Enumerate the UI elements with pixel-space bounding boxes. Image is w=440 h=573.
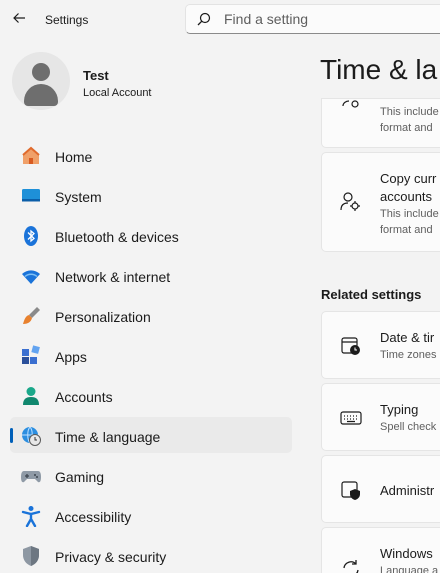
sidebar-item-personalization[interactable]: Personalization	[10, 297, 292, 333]
user-name: Test	[83, 68, 109, 83]
sidebar-item-label: Network & internet	[55, 269, 171, 285]
card-subtitle: Language a	[380, 565, 439, 573]
shield-icon	[23, 546, 39, 566]
bluetooth-icon	[24, 226, 38, 246]
card-title: Windows	[380, 546, 433, 561]
related-windows-backup-card[interactable]: Windows Language a	[321, 527, 440, 573]
brush-icon	[23, 307, 40, 324]
card-title: Date & tir	[380, 330, 435, 345]
card-subtitle: Time zones	[380, 349, 437, 361]
sidebar-item-label: Time & language	[55, 429, 161, 445]
sync-icon	[343, 560, 359, 573]
user-profile[interactable]: Test Local Account	[12, 52, 212, 112]
sidebar-item-label: Bluetooth & devices	[55, 229, 179, 245]
back-button[interactable]	[8, 7, 30, 29]
avatar	[12, 52, 70, 110]
sidebar-item-label: Accessibility	[55, 509, 132, 525]
home-icon	[22, 146, 40, 164]
sidebar-item-label: Accounts	[55, 389, 113, 405]
wifi-icon	[22, 270, 40, 284]
gamepad-icon	[21, 471, 41, 483]
related-date-time-card[interactable]: Date & tir Time zones	[321, 311, 440, 379]
sidebar-item-label: Home	[55, 149, 93, 165]
apps-icon	[22, 345, 40, 364]
related-administrative-card[interactable]: Administr	[321, 455, 440, 523]
sidebar-item-network[interactable]: Network & internet	[10, 257, 292, 293]
sidebar-item-label: Gaming	[55, 469, 105, 485]
sidebar-item-label: Apps	[55, 349, 87, 365]
sidebar-item-home[interactable]: Home	[10, 137, 292, 173]
shield-admin-icon	[341, 481, 360, 500]
app-title: Settings	[45, 13, 89, 27]
account-type: Local Account	[83, 87, 152, 99]
card-subtitle: Spell check	[380, 421, 437, 433]
search-input[interactable]	[224, 9, 440, 29]
administrative-language-card[interactable]: This include format and	[321, 98, 440, 148]
back-arrow-icon	[13, 13, 25, 23]
sidebar-item-accessibility[interactable]: Accessibility	[10, 497, 292, 533]
sidebar-item-system[interactable]: System	[10, 177, 292, 213]
card-description-line: This include	[380, 106, 439, 118]
sidebar-item-bluetooth[interactable]: Bluetooth & devices	[10, 217, 292, 253]
sidebar-item-gaming[interactable]: Gaming	[10, 457, 292, 493]
sidebar-item-accounts[interactable]: Accounts	[10, 377, 292, 413]
related-typing-card[interactable]: Typing Spell check	[321, 383, 440, 451]
card-title: accounts	[380, 189, 433, 204]
sidebar-item-label: System	[55, 189, 102, 205]
globe-clock-icon	[22, 426, 41, 446]
sidebar-item-privacy[interactable]: Privacy & security	[10, 537, 292, 573]
keyboard-icon	[340, 411, 362, 425]
card-description-line: format and	[380, 122, 433, 134]
accessibility-icon	[21, 506, 41, 527]
system-icon	[22, 189, 40, 202]
sidebar-item-time-language[interactable]: Time & language	[10, 417, 292, 453]
accounts-icon	[23, 387, 39, 405]
selection-indicator	[10, 428, 13, 443]
copy-settings-card[interactable]: Copy curr accounts This include format a…	[321, 152, 440, 252]
search-icon	[197, 12, 211, 26]
card-title: Typing	[380, 402, 419, 417]
calendar-clock-icon	[341, 337, 360, 355]
card-description-line: format and	[380, 224, 433, 236]
card-description-line: This include	[380, 208, 439, 220]
sidebar-item-apps[interactable]: Apps	[10, 337, 292, 373]
title-bar: Settings	[0, 0, 440, 38]
card-title: Copy curr	[380, 171, 437, 186]
sidebar-item-label: Privacy & security	[55, 549, 167, 565]
search-box[interactable]	[185, 4, 440, 34]
card-title: Administr	[380, 483, 435, 498]
related-settings-heading: Related settings	[321, 287, 422, 302]
person-gear-icon	[342, 100, 359, 108]
page-title: Time & la	[320, 54, 438, 85]
sidebar-item-label: Personalization	[55, 309, 151, 325]
sidebar-nav: Home System Bluetooth & devices Network …	[10, 137, 292, 573]
person-gear-icon	[340, 192, 360, 211]
